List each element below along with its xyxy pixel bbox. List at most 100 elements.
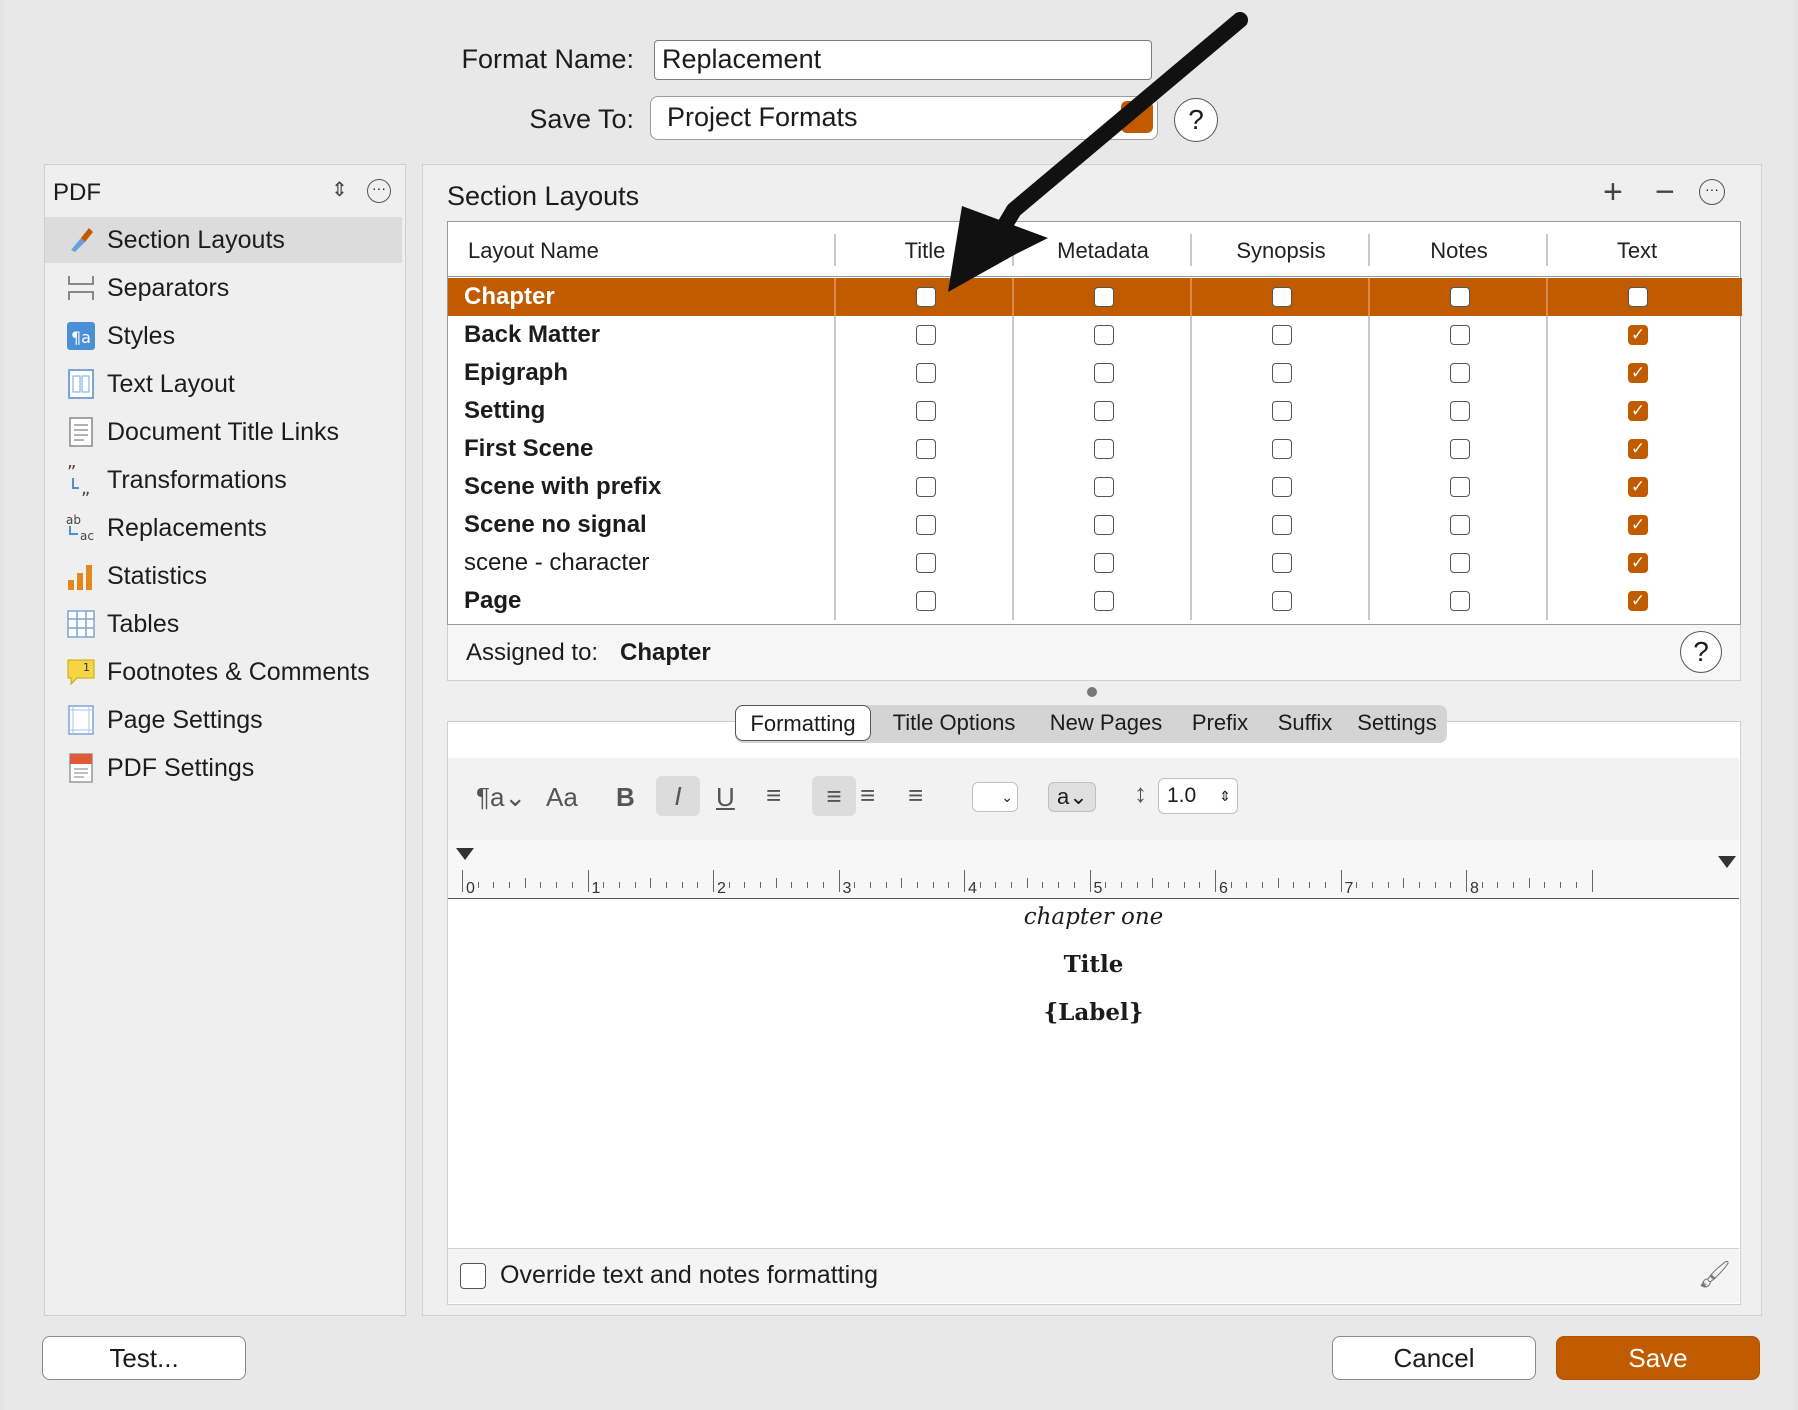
checkbox-notes[interactable] — [1450, 439, 1470, 459]
sidebar-item-label: Statistics — [107, 562, 208, 590]
paragraph-style-icon[interactable]: ¶a⌄ — [476, 782, 526, 813]
underline-icon[interactable]: U — [716, 782, 735, 813]
indent-marker-icon[interactable] — [456, 848, 474, 860]
sidebar-item-statistics[interactable]: Statistics — [45, 553, 402, 599]
align-left-icon[interactable]: ≡ — [766, 780, 781, 811]
checkbox-title[interactable] — [916, 477, 936, 497]
line-spacing-stepper[interactable]: 1.0 ⇕ — [1158, 778, 1238, 814]
checkbox-notes[interactable] — [1450, 477, 1470, 497]
ruler-tick — [791, 882, 793, 888]
layout-name: Scene no signal — [464, 511, 647, 538]
checkbox-metadata[interactable] — [1094, 515, 1114, 535]
checkbox-notes[interactable] — [1450, 515, 1470, 535]
sidebar-item-pdf-settings[interactable]: PDF Settings — [45, 745, 402, 791]
checkbox-metadata[interactable] — [1094, 591, 1114, 611]
save-button[interactable]: Save — [1556, 1336, 1760, 1380]
font-icon[interactable]: Aa — [546, 782, 578, 813]
help-button[interactable]: ? — [1680, 631, 1722, 673]
preview-text[interactable]: chapter one Title {Label} — [448, 900, 1739, 1030]
checkbox-synopsis[interactable] — [1272, 439, 1292, 459]
checkbox-title[interactable] — [916, 591, 936, 611]
ruler-tick — [1371, 882, 1373, 888]
table-row[interactable]: scene - character ✓ — [448, 544, 1742, 582]
tab-new-pages[interactable]: New Pages — [1035, 705, 1177, 741]
svg-text:„: „ — [81, 478, 90, 496]
checkbox-title[interactable] — [916, 439, 936, 459]
ruler-tick — [744, 882, 746, 888]
tab-suffix[interactable]: Suffix — [1263, 705, 1347, 741]
ruler-tick — [1293, 882, 1295, 888]
ruler-tick — [1591, 870, 1593, 892]
tab-prefix[interactable]: Prefix — [1177, 705, 1263, 741]
ruler-tick — [603, 882, 605, 888]
cancel-button[interactable]: Cancel — [1332, 1336, 1536, 1380]
checkbox-synopsis[interactable] — [1272, 591, 1292, 611]
align-center-icon[interactable]: ≡ — [812, 776, 856, 816]
checkbox-synopsis[interactable] — [1272, 515, 1292, 535]
table-row[interactable]: Scene with prefix ✓ — [448, 468, 1742, 506]
ruler[interactable]: 0 1 2 3 4 5 6 7 8 — [448, 840, 1739, 899]
checkbox-text[interactable]: ✓ — [1628, 553, 1648, 573]
checkbox-text[interactable]: ✓ — [1628, 515, 1648, 535]
document-icon — [69, 417, 93, 447]
tab-title-options[interactable]: Title Options — [873, 705, 1035, 741]
ruler-tick — [1481, 882, 1483, 888]
ruler-tick — [979, 882, 981, 888]
checkbox-synopsis[interactable] — [1272, 477, 1292, 497]
ruler-tick — [1042, 882, 1044, 888]
override-bar: Override text and notes formatting 🖌 — [448, 1248, 1739, 1303]
checkbox-notes[interactable] — [1450, 553, 1470, 573]
ruler-tick — [1387, 882, 1389, 888]
preview-line: {Label} — [1043, 999, 1144, 1026]
checkbox-title[interactable] — [916, 515, 936, 535]
checkbox-title[interactable] — [916, 553, 936, 573]
size-dropdown[interactable]: ⌄ — [972, 782, 1018, 812]
table-row[interactable]: First Scene ✓ — [448, 430, 1742, 468]
ruler-tick — [713, 870, 714, 892]
ruler-tick — [1309, 882, 1311, 888]
ruler-tick — [1246, 882, 1248, 888]
ruler-tick — [854, 882, 856, 888]
sidebar-item-footnotes[interactable]: 1 Footnotes & Comments — [45, 649, 402, 695]
tab-settings[interactable]: Settings — [1347, 705, 1447, 741]
ruler-tick — [916, 882, 918, 888]
ruler-tick — [1262, 882, 1264, 888]
tab-formatting[interactable]: Formatting — [735, 705, 871, 741]
checkbox-metadata[interactable] — [1094, 553, 1114, 573]
checkbox-text[interactable]: ✓ — [1628, 591, 1648, 611]
override-checkbox[interactable] — [460, 1263, 486, 1289]
checkbox-synopsis[interactable] — [1272, 553, 1292, 573]
checkbox-metadata[interactable] — [1094, 477, 1114, 497]
quotes-icon: ”„ — [67, 464, 90, 496]
align-right-icon[interactable]: ≡ — [860, 780, 875, 811]
table-row[interactable]: Page ✓ — [448, 582, 1742, 620]
italic-icon[interactable]: I — [656, 776, 700, 816]
test-button[interactable]: Test... — [42, 1336, 246, 1380]
sidebar-item-page-settings[interactable]: Page Settings — [45, 697, 402, 743]
sidebar-item-transformations[interactable]: ” „ Transformations — [45, 457, 402, 503]
ruler-tick — [509, 882, 511, 888]
table-row[interactable]: Scene no signal ✓ — [448, 506, 1742, 544]
ruler-tick — [838, 870, 840, 892]
ruler-tick — [571, 882, 573, 888]
bold-icon[interactable]: B — [616, 782, 635, 813]
checkbox-text[interactable]: ✓ — [1628, 477, 1648, 497]
split-handle[interactable] — [1087, 687, 1097, 697]
ruler-tick — [1136, 882, 1138, 888]
right-margin-marker-icon[interactable] — [1718, 856, 1736, 868]
case-dropdown[interactable]: a⌄ — [1048, 782, 1096, 812]
override-label: Override text and notes formatting — [500, 1261, 878, 1289]
justify-icon[interactable]: ≡ — [908, 780, 923, 811]
sidebar-item-tables[interactable]: Tables — [45, 601, 402, 647]
ruler-tick — [618, 882, 620, 888]
ruler-tick — [1575, 882, 1577, 888]
checkbox-text[interactable]: ✓ — [1628, 439, 1648, 459]
checkbox-notes[interactable] — [1450, 591, 1470, 611]
sidebar-item-replacements[interactable]: ab ac Replacements — [45, 505, 402, 551]
brush-icon[interactable]: 🖌 — [1698, 1259, 1731, 1290]
layout-name: First Scene — [464, 435, 594, 462]
ruler-tick — [1026, 878, 1028, 888]
checkbox-metadata[interactable] — [1094, 439, 1114, 459]
ruler-tick — [477, 882, 479, 888]
ruler-tick — [1450, 882, 1452, 888]
